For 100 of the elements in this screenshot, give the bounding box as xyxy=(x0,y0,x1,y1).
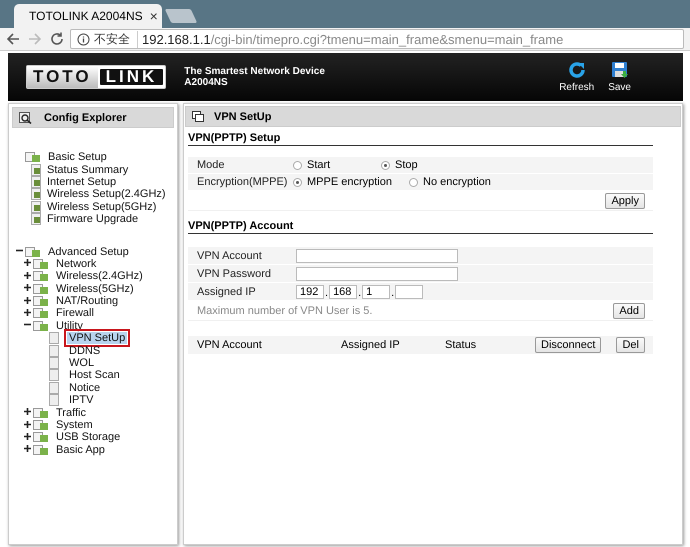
tree-item[interactable]: Network xyxy=(54,258,98,270)
delete-button[interactable]: Del xyxy=(616,337,645,353)
folder-icon xyxy=(33,270,51,282)
page-icon xyxy=(31,200,42,213)
new-tab-button[interactable] xyxy=(164,9,198,23)
expand-icon[interactable] xyxy=(24,445,30,452)
apply-button[interactable]: Apply xyxy=(605,192,645,208)
folder-icon xyxy=(33,419,51,431)
folder-icon xyxy=(25,246,43,258)
tree-item[interactable]: Notice xyxy=(67,382,102,394)
tree-item[interactable]: WOL xyxy=(67,357,96,370)
tagline: The Smartest Network Device xyxy=(184,66,325,77)
page-icon xyxy=(31,164,42,176)
tree-item[interactable]: Firewall xyxy=(54,307,96,320)
address-field[interactable]: 不安全 192.168.1.1/cgi-bin/timepro.cgi?tmenu=main_frame&smenu=main_frame xyxy=(70,29,684,49)
refresh-button[interactable]: Refresh xyxy=(559,61,594,93)
folder-icon xyxy=(33,282,51,295)
note-text: Maximum number of VPN User is 5. xyxy=(196,304,374,316)
ip-field[interactable]: 168 xyxy=(329,284,358,298)
tree-item[interactable]: Host Scan xyxy=(67,369,122,382)
folder-icon xyxy=(33,406,51,419)
ip-field[interactable]: 1 xyxy=(362,284,390,298)
ip-separator: . xyxy=(325,286,328,298)
section-heading: VPN(PPTP) Account xyxy=(188,220,653,234)
tree-item[interactable]: IPTV xyxy=(67,394,96,406)
ip-field[interactable]: 192 xyxy=(296,284,324,298)
tree-item[interactable]: System xyxy=(54,419,95,431)
tree-item[interactable]: Internet Setup xyxy=(45,176,118,188)
expand-icon[interactable] xyxy=(24,284,30,292)
collapse-icon[interactable] xyxy=(24,321,30,328)
field-label: Assigned IP xyxy=(196,286,257,298)
expand-icon[interactable] xyxy=(24,272,30,279)
browser-tab[interactable]: TOTOLINK A2004NS × xyxy=(14,4,162,28)
folder-icon xyxy=(33,258,51,270)
tree-item[interactable]: Wireless(2.4GHz) xyxy=(54,270,145,282)
tree-item[interactable]: VPN SetUp xyxy=(67,332,128,344)
security-label: 不安全 xyxy=(94,30,138,48)
tab-title: TOTOLINK A2004NS xyxy=(29,9,143,23)
expand-icon[interactable] xyxy=(24,420,30,428)
radio-option[interactable]: Start xyxy=(293,159,381,171)
model-name: A2004NS xyxy=(184,77,229,88)
column-header: Assigned IP xyxy=(341,339,401,351)
tree-item[interactable]: Wireless Setup(2.4GHz) xyxy=(45,188,168,200)
field-label: VPN Password xyxy=(196,268,272,280)
radio-option[interactable]: Stop xyxy=(381,159,447,171)
expand-icon[interactable] xyxy=(24,259,30,266)
ip-separator: . xyxy=(358,286,362,298)
radio-option[interactable]: No encryption xyxy=(409,176,491,188)
url-path: /cgi-bin/timepro.cgi?tmenu=main_frame&smenu=main_frame xyxy=(210,32,564,46)
field-label: Mode xyxy=(196,159,226,171)
disconnect-button[interactable]: Disconnect xyxy=(535,337,602,353)
expand-icon[interactable] xyxy=(24,308,30,316)
tree-item[interactable]: Basic Setup xyxy=(46,151,109,164)
page-icon xyxy=(49,332,59,344)
search-icon xyxy=(19,112,32,124)
page-icon xyxy=(49,394,59,406)
save-button[interactable]: Save xyxy=(608,61,631,93)
page-icon xyxy=(31,213,42,226)
account-field[interactable] xyxy=(296,248,458,262)
tree-item[interactable]: Advanced Setup xyxy=(46,246,131,258)
expand-icon[interactable] xyxy=(24,432,30,440)
refresh-icon xyxy=(568,61,586,79)
folder-icon xyxy=(25,151,43,164)
page-icon xyxy=(31,188,42,200)
field-label: VPN Account xyxy=(196,250,263,262)
tree-item[interactable]: Firmware Upgrade xyxy=(45,213,140,226)
section-heading: VPN(PPTP) Setup xyxy=(188,132,653,146)
logo: TOTO LINK xyxy=(26,65,166,89)
column-header: VPN Account xyxy=(197,339,263,351)
folder-icon xyxy=(33,295,51,308)
tree-item[interactable]: DDNS xyxy=(67,344,102,357)
page-icon xyxy=(49,369,59,382)
add-button[interactable]: Add xyxy=(613,302,645,318)
tree-item[interactable]: Traffic xyxy=(54,406,88,419)
password-field[interactable] xyxy=(296,266,458,280)
reload-icon[interactable] xyxy=(48,30,66,48)
ip-field[interactable] xyxy=(395,284,424,298)
tree-item[interactable]: Wireless(5GHz) xyxy=(54,282,136,295)
tree-item[interactable]: Status Summary xyxy=(45,164,130,176)
folder-icon xyxy=(33,320,51,332)
radio-option[interactable]: MPPE encryption xyxy=(293,176,409,188)
ip-separator: . xyxy=(391,286,394,298)
panel-title: VPN SetUp xyxy=(214,110,272,122)
windows-icon xyxy=(192,111,204,122)
info-icon xyxy=(77,32,90,46)
tree-item[interactable]: Utility xyxy=(54,320,85,332)
expand-icon[interactable] xyxy=(24,296,30,304)
field-label: Encryption(MPPE) xyxy=(196,176,288,188)
page-icon xyxy=(31,176,42,188)
panel-title: Config Explorer xyxy=(44,112,127,124)
tree-item[interactable]: Basic App xyxy=(54,444,107,456)
expand-icon[interactable] xyxy=(24,408,30,416)
close-icon[interactable]: × xyxy=(150,8,158,24)
collapse-icon[interactable] xyxy=(16,247,22,254)
tree-item[interactable]: USB Storage xyxy=(54,431,122,444)
tree-item[interactable]: Wireless Setup(5GHz) xyxy=(45,200,158,213)
tree-item[interactable]: NAT/Routing xyxy=(54,295,120,308)
folder-icon xyxy=(33,444,51,456)
page-icon xyxy=(49,357,59,370)
page-icon xyxy=(49,344,59,357)
